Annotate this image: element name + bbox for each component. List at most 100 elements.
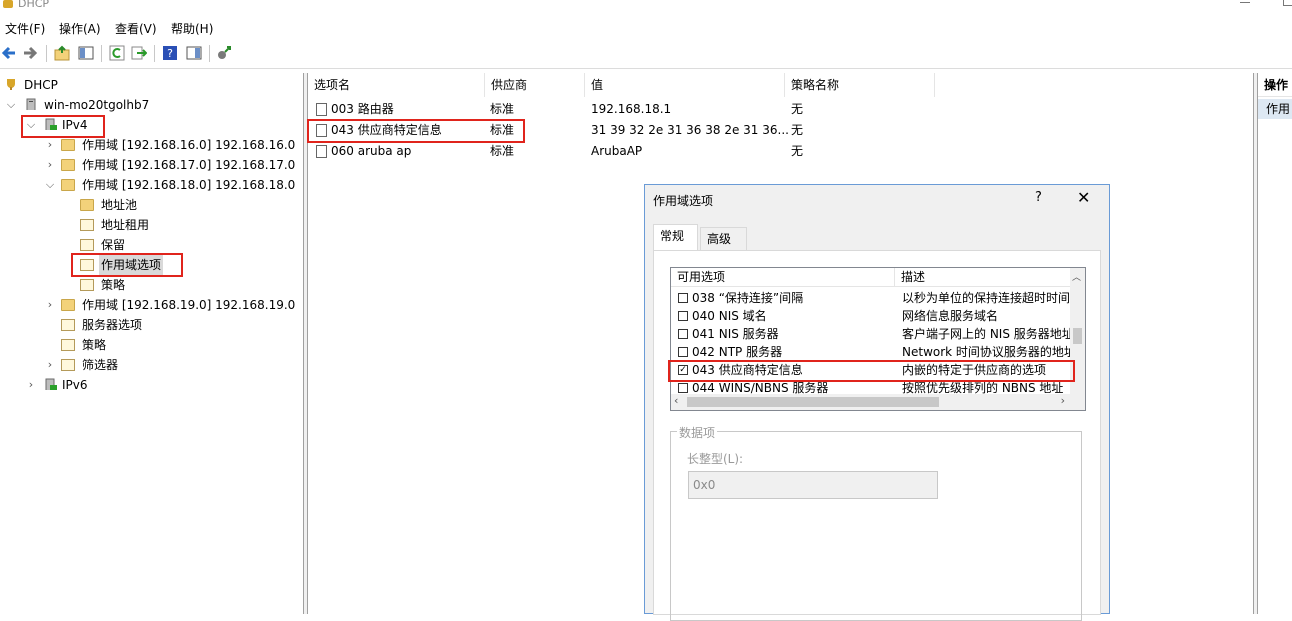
option-checkbox[interactable] <box>678 383 688 393</box>
horizontal-scrollbar[interactable]: ‹ › <box>671 394 1085 410</box>
column-header-policy-name[interactable]: 策略名称 <box>785 73 935 97</box>
option-checkbox[interactable] <box>678 311 688 321</box>
tree-label: 作用域 [192.168.19.0] 192.168.19.0 <box>82 298 296 312</box>
chevron-right-icon[interactable]: › <box>45 155 55 175</box>
folder-icon <box>61 179 75 191</box>
scroll-left-icon[interactable]: ‹ <box>674 394 678 407</box>
dialog-title: 作用域选项 <box>653 194 714 208</box>
option-icon <box>316 103 327 116</box>
scroll-right-icon[interactable]: › <box>1061 394 1065 407</box>
chevron-right-icon[interactable]: › <box>45 135 55 155</box>
column-header-value[interactable]: 值 <box>585 73 785 97</box>
option-description: 以秒为单位的保持连接超时时间 <box>902 291 1071 305</box>
option-policy: 无 <box>791 123 804 137</box>
scrollbar-thumb[interactable] <box>1073 328 1082 344</box>
menu-view[interactable]: 查看(V) <box>115 20 157 37</box>
list-row[interactable]: 060 aruba ap 标准 ArubaAP 无 <box>308 141 1248 162</box>
back-icon[interactable] <box>1 45 17 61</box>
column-header-available-options[interactable]: 可用选项 <box>671 268 895 287</box>
list-item[interactable]: 042 NTP 服务器 Network 时间协议服务器的地址 <box>671 343 1072 361</box>
option-icon <box>316 124 327 137</box>
folder-icon <box>61 159 75 171</box>
option-value: ArubaAP <box>591 144 643 158</box>
group-label: 数据项 <box>677 424 718 441</box>
list-row[interactable]: 043 供应商特定信息 标准 31 39 32 2e 31 36 38 2e 3… <box>308 120 1248 141</box>
menu-action[interactable]: 操作(A) <box>59 20 101 37</box>
policies-icon <box>61 339 75 351</box>
show-tree-icon[interactable] <box>78 45 94 61</box>
maximize-button[interactable] <box>1283 0 1292 6</box>
list-item[interactable]: 040 NIS 域名 网络信息服务域名 <box>671 307 1071 325</box>
action-item[interactable]: 作用 <box>1258 99 1292 119</box>
tree-label: DHCP <box>24 78 58 92</box>
toolbar-separator <box>46 45 47 62</box>
list-row[interactable]: 003 路由器 标准 192.168.18.1 无 <box>308 99 1248 120</box>
long-value-field[interactable]: 0x0 <box>688 471 938 499</box>
scrollbar-thumb[interactable] <box>687 397 939 407</box>
option-name: 043 供应商特定信息 <box>331 123 442 137</box>
tree-label: 服务器选项 <box>82 318 143 332</box>
option-name: 043 供应商特定信息 <box>692 363 803 377</box>
chevron-right-icon[interactable]: › <box>45 355 55 375</box>
help-button[interactable]: ? <box>1035 190 1042 205</box>
help-icon[interactable]: ? <box>162 45 178 61</box>
column-header-description[interactable]: 描述 <box>895 268 1071 287</box>
filter-icon <box>61 359 75 371</box>
properties-icon[interactable] <box>186 45 202 61</box>
scope-options-icon <box>80 259 94 271</box>
chevron-down-icon[interactable]: ⌵ <box>6 95 16 115</box>
chevron-right-icon[interactable]: › <box>45 295 55 315</box>
toolbar-separator <box>101 45 102 62</box>
dhcp-trophy-icon <box>7 79 15 90</box>
option-value: 192.168.18.1 <box>591 102 672 116</box>
folder-icon <box>61 299 75 311</box>
tree-label: 策略 <box>101 278 126 292</box>
close-button[interactable]: ✕ <box>1077 188 1090 207</box>
up-folder-icon[interactable] <box>54 45 70 61</box>
dhcp-app-icon <box>3 0 13 8</box>
ipv6-icon <box>45 378 57 390</box>
export-icon[interactable] <box>131 45 147 61</box>
long-field-label: 长整型(L): <box>687 452 744 466</box>
policies-icon <box>80 279 94 291</box>
chevron-right-icon[interactable]: › <box>26 375 36 395</box>
list-item[interactable]: 038 “保持连接”间隔 以秒为单位的保持连接超时时间 <box>671 289 1071 307</box>
tree-label: 地址池 <box>101 198 138 212</box>
toolbar-separator <box>154 45 155 62</box>
option-checkbox[interactable] <box>678 329 688 339</box>
option-checkbox[interactable] <box>678 347 688 357</box>
column-header-option-name[interactable]: 选项名 <box>308 73 485 97</box>
option-name: 040 NIS 域名 <box>692 309 767 323</box>
tab-advanced[interactable]: 高级 <box>700 227 747 250</box>
chevron-down-icon[interactable]: ⌵ <box>45 175 55 195</box>
option-checkbox[interactable] <box>678 293 688 303</box>
forward-icon[interactable] <box>22 45 38 61</box>
list-item[interactable]: 041 NIS 服务器 客户端子网上的 NIS 服务器地址 <box>671 325 1072 343</box>
tree-label: 地址租用 <box>101 218 150 232</box>
action-pane: 操作 作用 <box>1257 73 1292 614</box>
option-checkbox-checked[interactable]: ✓ <box>678 365 688 375</box>
tree-label: 策略 <box>82 338 107 352</box>
tree-label: 筛选器 <box>82 358 119 372</box>
scroll-up-icon[interactable]: ︿ <box>1072 270 1081 283</box>
option-description: Network 时间协议服务器的地址 <box>902 345 1072 359</box>
minimize-button[interactable] <box>1240 2 1250 3</box>
option-vendor: 标准 <box>490 102 515 116</box>
address-pool-icon <box>80 199 94 211</box>
menu-file[interactable]: 文件(F) <box>5 20 45 37</box>
tab-panel-general: 可用选项 描述 038 “保持连接”间隔 以秒为单位的保持连接超时时间 040 … <box>653 250 1101 621</box>
available-options-list[interactable]: 可用选项 描述 038 “保持连接”间隔 以秒为单位的保持连接超时时间 040 … <box>670 267 1086 411</box>
vertical-scrollbar[interactable]: ︿ <box>1070 268 1085 394</box>
option-description: 客户端子网上的 NIS 服务器地址 <box>902 327 1072 341</box>
chevron-down-icon[interactable]: ⌵ <box>26 115 36 135</box>
tree-label: IPv6 <box>62 378 88 392</box>
refresh-icon[interactable] <box>109 45 125 61</box>
tab-advanced-label: 高级 <box>707 232 732 246</box>
column-header-vendor[interactable]: 供应商 <box>485 73 585 97</box>
window-title: DHCP <box>18 0 50 10</box>
tab-general[interactable]: 常规 <box>653 224 698 250</box>
ipv4-icon <box>45 118 57 130</box>
list-item[interactable]: ✓ 043 供应商特定信息 内嵌的特定于供应商的选项 <box>671 361 1071 379</box>
plugin-icon[interactable] <box>216 45 232 61</box>
menu-help[interactable]: 帮助(H) <box>171 20 213 37</box>
